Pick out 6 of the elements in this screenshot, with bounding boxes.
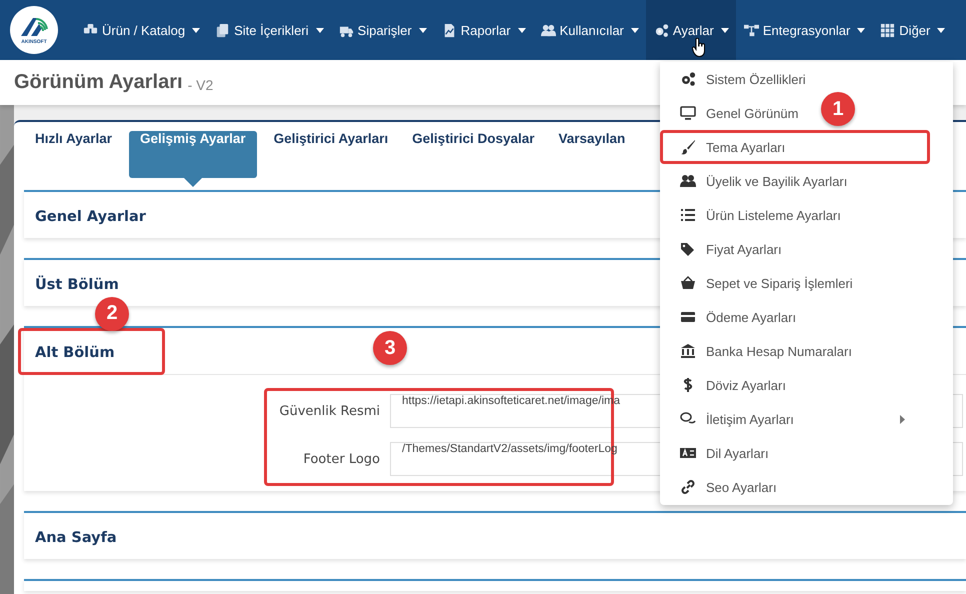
- page-title: Görünüm Ayarları: [14, 71, 183, 94]
- callout-number: 1: [821, 92, 855, 126]
- field-label: Güvenlik Resmi: [278, 404, 381, 418]
- field-label: Footer Logo: [302, 452, 381, 466]
- callout-number: 3: [373, 331, 407, 365]
- page-subtitle: - V2: [188, 76, 214, 92]
